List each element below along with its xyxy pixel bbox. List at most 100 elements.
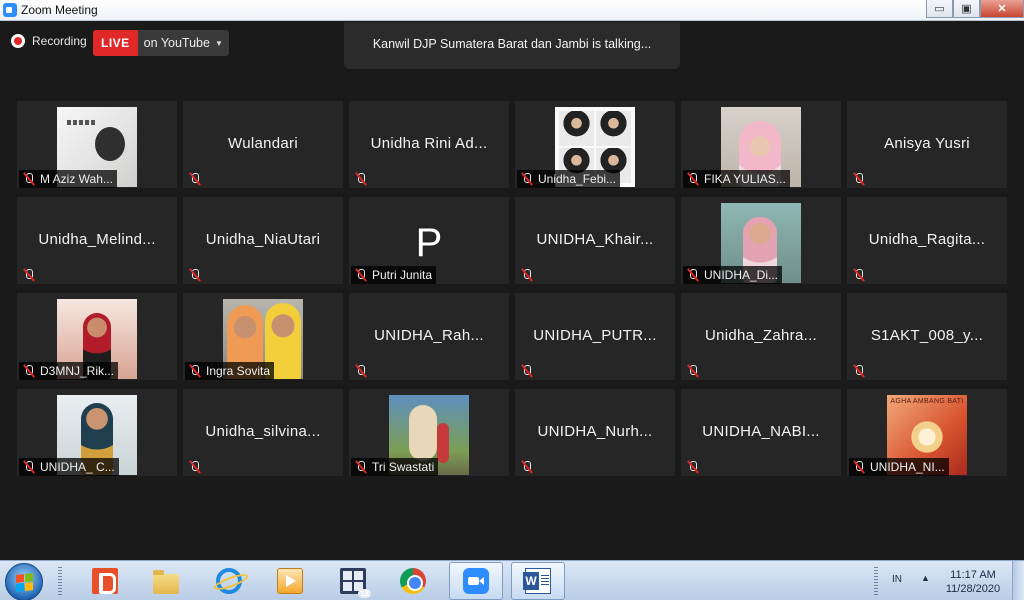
participant-name: FIKA YULIAS... xyxy=(704,172,786,186)
mic-muted-icon xyxy=(188,172,202,186)
participant-name: UNIDHA_PUTR... xyxy=(533,327,657,344)
active-speaker-banner: Kanwil DJP Sumatera Barat dan Jambi is t… xyxy=(344,22,680,69)
mic-muted-icon xyxy=(354,172,368,186)
participant-tile[interactable]: Ingra Sovita xyxy=(183,293,343,380)
participant-tile[interactable]: UNIDHA_NABI... xyxy=(681,389,841,476)
participant-label xyxy=(351,362,372,380)
participant-tile[interactable]: UNIDHA_PUTR... xyxy=(515,293,675,380)
participant-tile[interactable]: D3MNJ_Rik... xyxy=(17,293,177,380)
avatar-initial: P xyxy=(415,221,443,265)
close-button[interactable]: ✕ xyxy=(980,0,1024,18)
participant-tile[interactable]: Unidha_silvina... xyxy=(183,389,343,476)
chevron-down-icon: ▼ xyxy=(214,38,223,48)
mic-muted-icon xyxy=(852,460,866,474)
participant-label: M Aziz Wah... xyxy=(19,170,117,188)
participant-label: Putri Junita xyxy=(351,266,437,284)
participant-name: Wulandari xyxy=(228,135,298,152)
mic-muted-icon xyxy=(354,268,368,282)
participant-tile[interactable]: S1AKT_008_y... xyxy=(847,293,1007,380)
taskbar-button-media[interactable] xyxy=(263,562,317,600)
tray-grip[interactable] xyxy=(874,567,878,595)
window-controls: ▭ ▣ ✕ xyxy=(926,0,1024,18)
system-clock[interactable]: 11:17 AM 11/28/2020 xyxy=(940,568,1006,596)
taskbar-button-zoom[interactable] xyxy=(449,562,503,600)
participant-name: Tri Swastati xyxy=(372,460,435,474)
participant-tile[interactable]: Unidha Rini Ad... xyxy=(349,101,509,188)
participant-label xyxy=(185,458,206,476)
participant-tile[interactable]: UNIDHA_Rah... xyxy=(349,293,509,380)
participant-label xyxy=(683,458,704,476)
live-target: on YouTube xyxy=(143,36,210,50)
participant-tile[interactable]: Unidha_NiaUtari xyxy=(183,197,343,284)
taskbar-button-folder[interactable] xyxy=(139,562,193,600)
notification-badge: 12 xyxy=(358,589,371,598)
media-player-icon xyxy=(277,568,303,594)
internet-explorer-icon xyxy=(216,568,242,594)
participant-label: UNIDHA_NI... xyxy=(849,458,949,476)
mic-muted-icon xyxy=(520,172,534,186)
live-stream-menu[interactable]: LIVE on YouTube ▼ xyxy=(93,30,229,56)
participant-tile[interactable]: Unidha_Melind... xyxy=(17,197,177,284)
participant-label xyxy=(849,170,870,188)
participant-tile[interactable]: Unidha_Zahra... xyxy=(681,293,841,380)
taskbar-button-word[interactable] xyxy=(511,562,565,600)
recording-indicator[interactable]: Recording xyxy=(11,34,87,48)
maximize-button[interactable]: ▣ xyxy=(953,0,980,18)
window-titlebar[interactable]: Zoom Meeting ▭ ▣ ✕ xyxy=(0,0,1024,21)
windows-logo-icon xyxy=(16,573,33,592)
participant-label xyxy=(849,266,870,284)
participant-tile[interactable]: P Putri Junita xyxy=(349,197,509,284)
mic-muted-icon xyxy=(354,460,368,474)
mic-muted-icon xyxy=(686,460,700,474)
participant-label: FIKA YULIAS... xyxy=(683,170,790,188)
participant-name: UNIDHA_Di... xyxy=(704,268,779,282)
taskbar-button-chrome[interactable] xyxy=(386,562,440,600)
taskbar-button-ie[interactable] xyxy=(202,562,256,600)
participant-name: UNIDHA_Khair... xyxy=(536,231,654,248)
show-desktop-button[interactable] xyxy=(1012,561,1024,600)
participant-label xyxy=(517,362,538,380)
start-button[interactable] xyxy=(5,563,43,600)
minimize-button[interactable]: ▭ xyxy=(926,0,953,18)
participant-tile[interactable]: Unidha_Ragita... xyxy=(847,197,1007,284)
participant-tile[interactable]: Wulandari xyxy=(183,101,343,188)
record-icon xyxy=(11,34,25,48)
participant-name: S1AKT_008_y... xyxy=(870,327,984,344)
participant-tile[interactable]: UNIDHA_Nurh... xyxy=(515,389,675,476)
participant-tile[interactable]: M Aziz Wah... xyxy=(17,101,177,188)
taskbar-button-calc[interactable]: 12 xyxy=(326,562,380,600)
participant-name: Unidha_NiaUtari xyxy=(205,231,321,248)
participant-tile[interactable]: UNIDHA_Khair... xyxy=(515,197,675,284)
pdf-app-icon xyxy=(92,568,118,594)
participant-label: Unidha_Febi... xyxy=(517,170,621,188)
participant-tile[interactable]: Tri Swastati xyxy=(349,389,509,476)
taskbar-grip[interactable] xyxy=(58,567,62,595)
zoom-app-icon xyxy=(3,3,17,17)
participant-name: Unidha Rini Ad... xyxy=(370,135,488,152)
mic-muted-icon xyxy=(520,268,534,282)
participant-name: Putri Junita xyxy=(372,268,433,282)
mic-muted-icon xyxy=(686,172,700,186)
participant-label xyxy=(185,170,206,188)
participant-name: Unidha_Melind... xyxy=(38,231,156,248)
participant-label xyxy=(517,458,538,476)
language-indicator[interactable]: IN xyxy=(892,574,902,585)
participant-name: M Aziz Wah... xyxy=(40,172,113,186)
participant-label xyxy=(19,266,40,284)
mic-muted-icon xyxy=(520,364,534,378)
participant-label xyxy=(849,362,870,380)
taskbar-button-pdf[interactable] xyxy=(78,562,132,600)
poster-text: AGHA AMBANG BATI xyxy=(890,398,964,405)
participant-name: UNIDHA_Nurh... xyxy=(537,423,653,440)
participant-tile[interactable]: AGHA AMBANG BATI UNIDHA_NI... xyxy=(847,389,1007,476)
mic-muted-icon xyxy=(188,364,202,378)
participant-tile[interactable]: UNIDHA_ C... xyxy=(17,389,177,476)
mic-muted-icon xyxy=(852,268,866,282)
participant-tile[interactable]: Unidha_Febi... xyxy=(515,101,675,188)
participant-tile[interactable]: Anisya Yusri xyxy=(847,101,1007,188)
tray-expand-icon[interactable]: ▲ xyxy=(921,573,930,583)
participant-tile[interactable]: UNIDHA_Di... xyxy=(681,197,841,284)
chrome-icon xyxy=(400,568,426,594)
mic-muted-icon xyxy=(22,268,36,282)
participant-tile[interactable]: FIKA YULIAS... xyxy=(681,101,841,188)
